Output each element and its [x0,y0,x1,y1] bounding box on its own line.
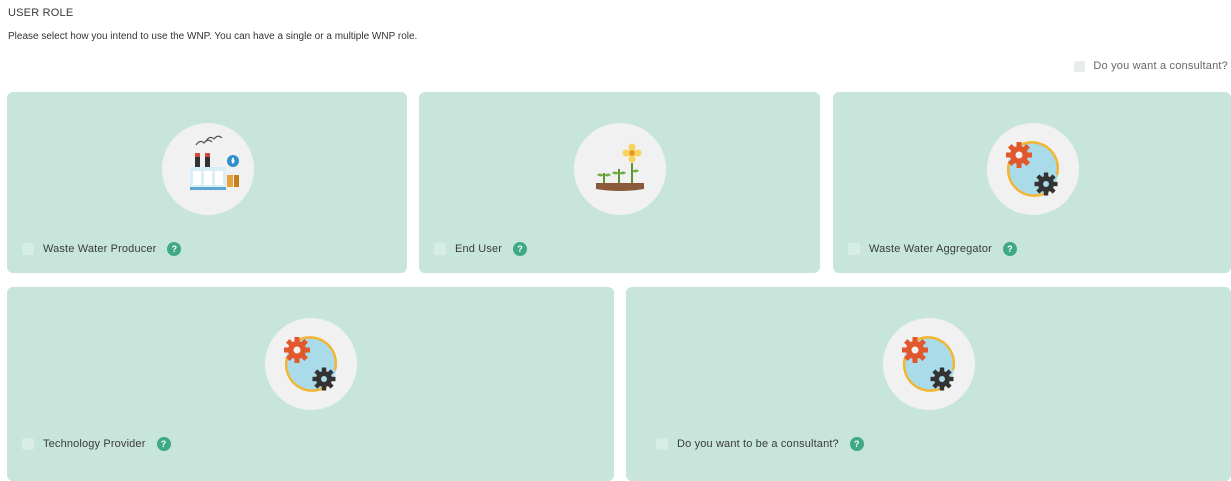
gears-icon [265,318,357,410]
help-icon[interactable]: ? [167,242,182,256]
role-option-technology-provider[interactable]: Technology Provider ? [22,437,171,451]
role-checkbox[interactable] [434,243,446,255]
role-label: Technology Provider [43,438,146,450]
role-card-waste-water-producer[interactable]: Waste Water Producer ? [7,92,407,273]
role-checkbox[interactable] [22,438,34,450]
plant-sprout-icon [574,123,666,215]
role-checkbox[interactable] [22,243,34,255]
role-label: End User [455,243,503,255]
role-card-consultant[interactable]: Do you want to be a consultant? ? [626,287,1231,481]
gears-icon [883,318,975,410]
consultant-checkbox[interactable] [1074,60,1086,72]
gears-icon [987,123,1079,215]
consultant-label: Do you want a consultant? [1093,60,1228,72]
help-icon[interactable]: ? [1002,242,1017,256]
role-option-waste-water-aggregator[interactable]: Waste Water Aggregator ? [848,242,1017,256]
role-option-waste-water-producer[interactable]: Waste Water Producer ? [22,242,182,256]
role-label: Do you want to be a consultant? [677,438,839,450]
role-checkbox[interactable] [656,438,668,450]
role-checkbox[interactable] [848,243,860,255]
role-card-technology-provider[interactable]: Technology Provider ? [7,287,614,481]
page-title: USER ROLE [8,7,74,19]
user-role-page: USER ROLE Please select how you intend t… [0,0,1231,481]
factory-icon [162,123,254,215]
help-icon[interactable]: ? [156,437,171,451]
role-label: Waste Water Aggregator [869,243,992,255]
role-option-consultant[interactable]: Do you want to be a consultant? ? [656,437,864,451]
role-card-waste-water-aggregator[interactable]: Waste Water Aggregator ? [833,92,1231,273]
role-card-end-user[interactable]: End User ? [419,92,820,273]
page-description: Please select how you intend to use the … [8,31,418,42]
help-icon[interactable]: ? [849,437,864,451]
role-label: Waste Water Producer [43,243,157,255]
consultant-option[interactable]: Do you want a consultant? [1074,60,1228,72]
help-icon[interactable]: ? [513,242,528,256]
role-option-end-user[interactable]: End User ? [434,242,528,256]
